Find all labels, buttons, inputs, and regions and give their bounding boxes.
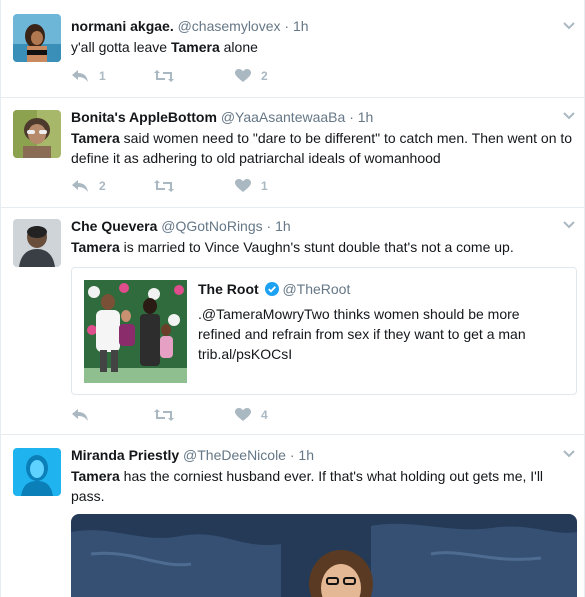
text-segment: has the corniest husband ever. If that's…	[71, 468, 544, 504]
fullname[interactable]: normani akgae.	[71, 18, 174, 34]
like-button[interactable]: 1	[235, 179, 317, 193]
reply-icon	[72, 180, 88, 192]
quoted-username[interactable]: @TheRoot	[282, 281, 350, 297]
highlighted-term: Tamera	[71, 468, 120, 484]
retweet-button[interactable]	[153, 179, 235, 193]
reply-count: 1	[99, 69, 106, 83]
tweet-text: Tamera is married to Vince Vaughn's stun…	[71, 237, 574, 257]
reply-count: 2	[99, 179, 106, 193]
reply-icon	[72, 409, 88, 421]
like-button[interactable]: 4	[235, 408, 317, 422]
tweet-text: y'all gotta leave Tamera alone	[71, 37, 574, 57]
chevron-down-icon[interactable]	[562, 111, 576, 121]
retweet-button[interactable]	[153, 408, 235, 422]
username[interactable]: @chasemylovex	[178, 18, 281, 34]
quoted-tweet-text: .@TameraMowryTwo thinks women should be …	[198, 304, 566, 364]
tweet[interactable]: normani akgae. @chasemylovex · 1h y'all …	[1, 0, 584, 98]
timestamp[interactable]: 1h	[293, 18, 309, 34]
timeline: normani akgae. @chasemylovex · 1h y'all …	[0, 0, 585, 597]
username[interactable]: @TheDeeNicole	[183, 447, 286, 463]
avatar[interactable]	[13, 14, 61, 62]
timestamp[interactable]: 1h	[358, 109, 374, 125]
like-count: 1	[261, 179, 268, 193]
verified-badge-icon	[264, 282, 279, 296]
avatar[interactable]	[13, 110, 61, 158]
avatar[interactable]	[13, 219, 61, 267]
tweet-actions: 1 2	[71, 66, 317, 86]
tweet-actions: 2 1	[71, 176, 317, 196]
separator-dot: ·	[349, 109, 354, 125]
reply-button[interactable]: 2	[71, 179, 153, 193]
quoted-text-line: .@TameraMowryTwo thinks women should be …	[198, 306, 520, 322]
tweet-text: Tamera has the corniest husband ever. If…	[71, 466, 574, 506]
quoted-text-line: refined and refrain from sex if they wan…	[198, 326, 526, 342]
fullname[interactable]: Miranda Priestly	[71, 447, 179, 463]
highlighted-term: Tamera	[170, 39, 220, 55]
like-count: 2	[261, 69, 268, 83]
like-button[interactable]: 2	[235, 69, 317, 83]
reply-button[interactable]: 1	[71, 69, 153, 83]
retweet-icon	[154, 409, 174, 421]
quoted-link[interactable]: trib.al/psKOCsI	[198, 344, 566, 364]
tweet-header: Che Quevera @QGotNoRings · 1h	[71, 217, 574, 235]
quoted-tweet-image[interactable]	[84, 280, 187, 383]
quoted-fullname[interactable]: The Root	[198, 281, 259, 297]
highlighted-term: Tamera	[71, 239, 120, 255]
quoted-tweet[interactable]: The Root @TheRoot .@TameraMowryTwo think…	[71, 267, 577, 395]
retweet-icon	[154, 70, 174, 82]
fullname[interactable]: Che Quevera	[71, 218, 157, 234]
separator-dot: ·	[266, 218, 272, 234]
avatar[interactable]	[13, 448, 61, 496]
timestamp[interactable]: 1h	[275, 218, 291, 234]
text-segment: said women need to "dare to be different…	[71, 130, 573, 166]
tweet-media-image[interactable]	[71, 514, 577, 597]
timestamp[interactable]: 1h	[298, 447, 314, 463]
chevron-down-icon[interactable]	[562, 21, 576, 31]
heart-icon	[235, 179, 251, 192]
tweet-header: Miranda Priestly @TheDeeNicole · 1h	[71, 446, 574, 464]
separator-dot: ·	[284, 18, 290, 34]
separator-dot: ·	[289, 447, 295, 463]
username[interactable]: @QGotNoRings	[161, 218, 262, 234]
chevron-down-icon[interactable]	[562, 449, 576, 459]
reply-icon	[72, 70, 88, 82]
tweet-header: Bonita's AppleBottom @YaaAsantewaaBa · 1…	[71, 108, 574, 126]
tweet-actions: 4	[71, 405, 317, 425]
username[interactable]: @YaaAsantewaaBa	[221, 109, 345, 125]
quoted-tweet-header: The Root @TheRoot	[198, 280, 566, 298]
retweet-icon	[154, 180, 174, 192]
heart-icon	[235, 408, 251, 421]
tweet-text: Tamera said women need to "dare to be di…	[71, 128, 574, 168]
heart-icon	[235, 69, 251, 82]
fullname[interactable]: Bonita's AppleBottom	[71, 109, 217, 125]
text-segment: alone	[219, 39, 258, 55]
chevron-down-icon[interactable]	[562, 220, 576, 230]
highlighted-term: Tamera	[71, 130, 120, 146]
text-segment: y'all gotta leave	[71, 39, 171, 55]
tweet[interactable]: Bonita's AppleBottom @YaaAsantewaaBa · 1…	[1, 98, 584, 208]
tweet[interactable]: Che Quevera @QGotNoRings · 1h Tamera is …	[1, 208, 584, 435]
text-segment: is married to Vince Vaughn's stunt doubl…	[119, 239, 514, 255]
reply-button[interactable]	[71, 408, 153, 422]
tweet-header: normani akgae. @chasemylovex · 1h	[71, 17, 574, 35]
like-count: 4	[261, 408, 268, 422]
retweet-button[interactable]	[153, 69, 235, 83]
